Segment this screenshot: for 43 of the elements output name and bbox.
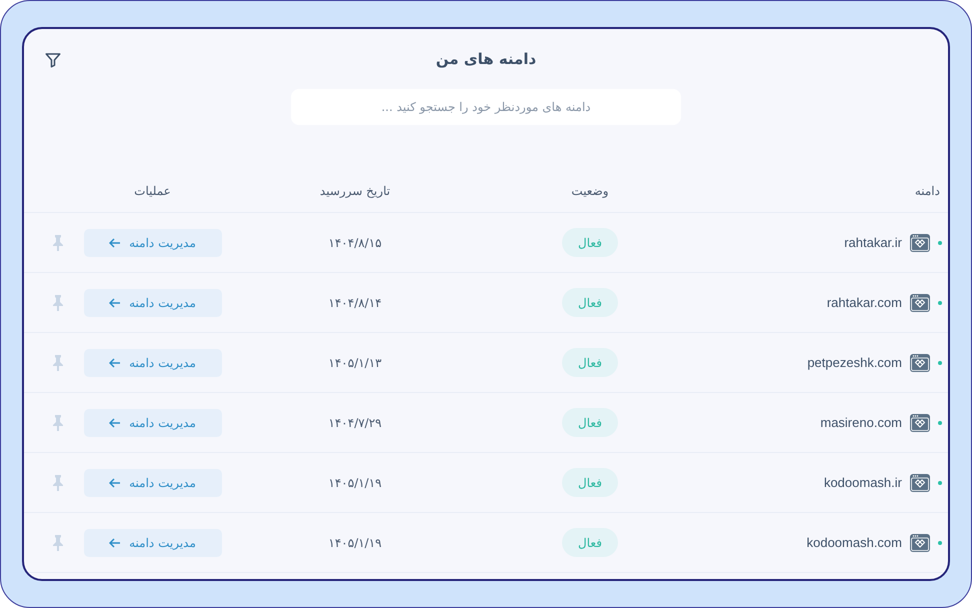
status-badge: فعال: [562, 348, 618, 377]
domain-name[interactable]: masireno.com: [820, 412, 902, 432]
arrow-left-icon: [109, 538, 122, 548]
website-icon: [910, 234, 930, 252]
pin-icon[interactable]: [52, 354, 62, 370]
website-icon: [910, 474, 930, 492]
pin-icon[interactable]: [52, 294, 62, 310]
status-badge: فعال: [562, 228, 618, 257]
due-date: ۱۴۰۵/۱/۱۹: [328, 534, 382, 552]
pin-icon[interactable]: [52, 474, 62, 490]
domain-name[interactable]: rahtakar.ir: [844, 232, 902, 252]
pin-icon[interactable]: [52, 414, 62, 430]
pin-icon[interactable]: [52, 534, 62, 550]
status-badge: فعال: [562, 528, 618, 557]
search-field[interactable]: دامنه های موردنظر خود را جستجو کنید ...: [291, 89, 681, 125]
column-header: وضعیت: [571, 184, 609, 198]
due-date: ۱۴۰۴/۸/۱۵: [328, 234, 382, 252]
filter-icon[interactable]: [44, 51, 62, 69]
due-date: ۱۴۰۴/۸/۱۴: [328, 294, 382, 312]
website-icon: [910, 414, 930, 432]
due-date: ۱۴۰۵/۱/۱۹: [328, 474, 382, 492]
due-date: ۱۴۰۴/۷/۲۹: [328, 414, 382, 432]
status-badge: فعال: [562, 288, 618, 317]
page-title: دامنه های من: [436, 48, 536, 70]
website-icon: [910, 294, 930, 312]
column-header: دامنه: [914, 184, 940, 198]
website-icon: [910, 354, 930, 372]
arrow-left-icon: [109, 358, 122, 368]
domain-name[interactable]: rahtakar.com: [826, 292, 902, 312]
domain-name[interactable]: kodoomash.com: [806, 532, 902, 552]
status-badge: فعال: [562, 468, 618, 497]
arrow-left-icon: [109, 298, 122, 308]
domain-name[interactable]: kodoomash.ir: [824, 472, 902, 492]
domain-name[interactable]: petpezeshk.com: [807, 352, 902, 372]
arrow-left-icon: [109, 238, 122, 248]
arrow-left-icon: [109, 478, 122, 488]
column-header: عملیات: [134, 184, 171, 198]
website-icon: [910, 534, 930, 552]
pin-icon[interactable]: [52, 234, 62, 250]
column-header: تاریخ سررسید: [320, 184, 390, 198]
status-badge: فعال: [562, 408, 618, 437]
arrow-left-icon: [109, 418, 122, 428]
due-date: ۱۴۰۵/۱/۱۳: [328, 354, 382, 372]
